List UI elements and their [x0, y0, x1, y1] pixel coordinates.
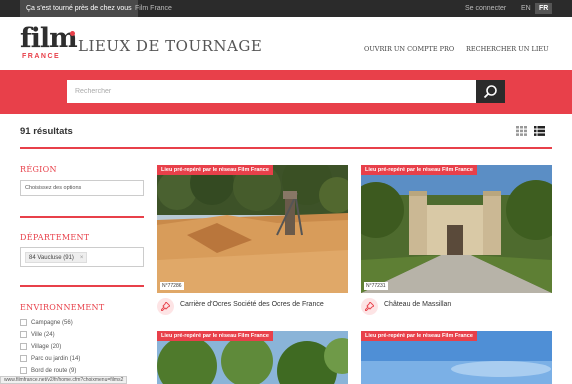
card-badge: Lieu pré-repéré par le réseau Film Franc… — [157, 331, 273, 341]
site-title: LIEUX DE TOURNAGE — [78, 37, 263, 55]
env-option-label: Ville (24) — [31, 332, 55, 339]
tab-film-france[interactable]: Film France — [135, 0, 172, 17]
region-select[interactable]: Choisissez des options — [20, 180, 144, 196]
sidebar-divider — [20, 216, 144, 218]
pin-icon[interactable] — [157, 298, 174, 315]
env-option[interactable]: Parc ou jardin (14) — [20, 355, 80, 362]
environnement-heading: ENVIRONNEMENT — [20, 303, 105, 312]
login-link[interactable]: Se connecter — [465, 0, 506, 17]
checkbox[interactable] — [20, 331, 27, 338]
castle-photo — [361, 165, 552, 293]
card-title[interactable]: Château de Massillan — [384, 301, 451, 308]
lang-fr-link[interactable]: FR — [535, 3, 553, 14]
browser-status-bar: www.filmfrance.net/v2/fr/home.cfm?choixm… — [0, 376, 128, 384]
nav-open-account[interactable]: OUVRIR UN COMPTE PRO — [364, 45, 454, 53]
location-card-image[interactable]: Lieu pré-repéré par le réseau Film Franc… — [361, 331, 552, 384]
env-option-label: Village (20) — [31, 344, 62, 351]
env-option[interactable]: Ville (24) — [20, 331, 55, 338]
list-view-icon[interactable] — [534, 126, 545, 136]
card-badge: Lieu pré-repéré par le réseau Film Franc… — [361, 331, 477, 341]
env-option-label: Campagne (56) — [31, 320, 73, 327]
card-number: N°77286 — [160, 282, 184, 290]
logo-france-text: FRANCE — [22, 53, 61, 60]
search-icon — [483, 85, 497, 99]
checkbox[interactable] — [20, 355, 27, 362]
nav-search-place[interactable]: RECHERCHER UN LIEU — [466, 45, 549, 53]
location-card-image[interactable]: Lieu pré-repéré par le réseau Film Franc… — [157, 165, 348, 293]
card-badge: Lieu pré-repéré par le réseau Film Franc… — [157, 165, 273, 175]
location-card-image[interactable]: Lieu pré-repéré par le réseau Film Franc… — [157, 331, 348, 384]
logo-film-text: film — [20, 23, 78, 54]
region-heading: RÉGION — [20, 165, 57, 174]
search-button[interactable] — [476, 80, 505, 103]
search-band — [0, 70, 572, 114]
env-option-label: Parc ou jardin (14) — [31, 356, 81, 363]
departement-chip-label: 84 Vaucluse (91) — [29, 255, 74, 261]
env-option[interactable]: Campagne (56) — [20, 319, 73, 326]
checkbox[interactable] — [20, 343, 27, 350]
departement-select[interactable]: 84 Vaucluse (91) × — [20, 247, 144, 267]
quarry-photo — [157, 165, 348, 293]
results-divider — [20, 147, 552, 149]
env-option[interactable]: Village (20) — [20, 343, 61, 350]
tab-near-you[interactable]: Ça s'est tourné près de chez vous — [20, 0, 138, 17]
checkbox[interactable] — [20, 367, 27, 374]
search-input[interactable] — [67, 80, 476, 103]
film-france-logo[interactable]: film FRANCE — [20, 23, 78, 61]
card-title[interactable]: Carrière d'Ocres Société des Ocres de Fr… — [180, 301, 324, 308]
env-option-label: Bord de route (9) — [31, 368, 77, 375]
chip-remove-icon[interactable]: × — [80, 253, 84, 263]
sidebar-divider — [20, 285, 144, 287]
location-card-image[interactable]: Lieu pré-repéré par le réseau Film Franc… — [361, 165, 552, 293]
top-bar: Ça s'est tourné près de chez vous Film F… — [0, 0, 572, 17]
departement-heading: DÉPARTEMENT — [20, 233, 90, 242]
lang-en-link[interactable]: EN — [521, 0, 531, 17]
card-number: N°77231 — [364, 282, 388, 290]
env-option[interactable]: Bord de route (9) — [20, 367, 76, 374]
departement-chip[interactable]: 84 Vaucluse (91) × — [25, 252, 88, 263]
logo-dot — [70, 31, 75, 36]
site-header: film FRANCE LIEUX DE TOURNAGE OUVRIR UN … — [0, 17, 572, 70]
results-count: 91 résultats — [20, 126, 73, 137]
grid-view-icon[interactable] — [516, 126, 527, 136]
pin-icon[interactable] — [361, 298, 378, 315]
card-badge: Lieu pré-repéré par le réseau Film Franc… — [361, 165, 477, 175]
checkbox[interactable] — [20, 319, 27, 326]
